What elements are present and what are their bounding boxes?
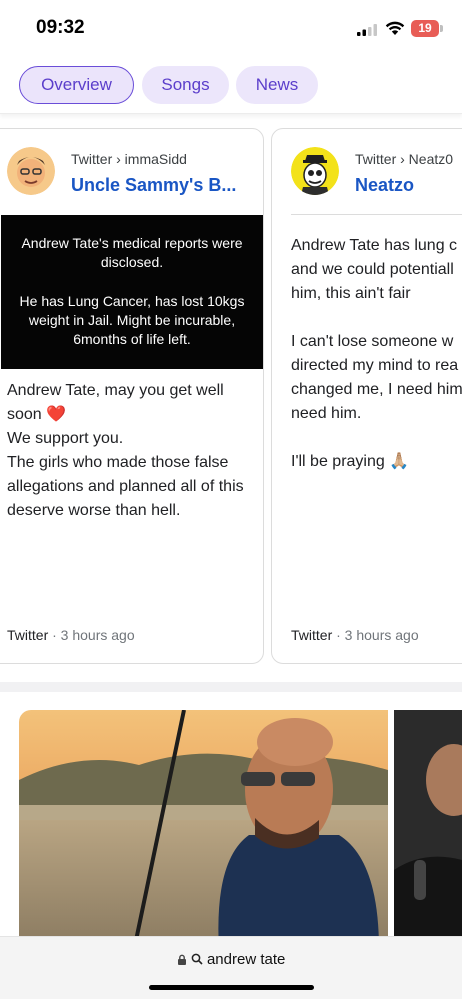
battery-cap: [440, 25, 443, 32]
footer-time: · 3 hours ago: [332, 627, 419, 643]
footer-time: · 3 hours ago: [48, 627, 135, 643]
image-result[interactable]: [19, 710, 388, 950]
home-indicator[interactable]: [149, 985, 314, 990]
lock-icon: [177, 954, 186, 965]
post-footer: Twitter · 3 hours ago: [291, 627, 419, 643]
section-separator: [0, 682, 462, 692]
post-author-link[interactable]: Uncle Sammy's B...: [71, 175, 236, 196]
post-footer: Twitter · 3 hours ago: [7, 627, 135, 643]
footer-source: Twitter: [291, 627, 333, 643]
url-display[interactable]: andrew tate: [0, 951, 462, 968]
post-author-link[interactable]: Neatzo: [355, 175, 414, 196]
tab-chip-bar: Overview Songs News: [0, 58, 462, 114]
status-time: 09:32: [36, 17, 85, 38]
author-avatar: [7, 147, 55, 195]
author-avatar: [291, 147, 339, 195]
embed-line: He has Lung Cancer, has lost 10kgs weigh…: [19, 293, 245, 347]
status-bar: 09:32 19: [0, 0, 462, 58]
tab-overview[interactable]: Overview: [19, 66, 134, 104]
footer-source: Twitter: [7, 627, 49, 643]
post-card[interactable]: Twitter › immaSidd Uncle Sammy's B... An…: [0, 128, 264, 664]
card-divider: [291, 214, 462, 215]
image-result[interactable]: [394, 710, 462, 950]
post-card[interactable]: Twitter › Neatz0 Neatzo Andrew Tate has …: [271, 128, 462, 664]
search-icon: [191, 953, 203, 965]
post-text: Andrew Tate, may you get well soon ❤️ We…: [7, 382, 244, 519]
browser-address-bar[interactable]: andrew tate: [0, 936, 462, 999]
tab-songs[interactable]: Songs: [142, 66, 229, 104]
cellular-signal-icon: [357, 24, 377, 36]
post-source: Twitter › immaSidd: [71, 151, 187, 167]
wifi-icon: [385, 21, 405, 35]
embedded-tweet-image: Andrew Tate's medical reports were discl…: [1, 215, 263, 369]
embed-line: Andrew Tate's medical reports were discl…: [21, 235, 243, 270]
battery-indicator: 19: [411, 20, 439, 37]
post-text: Andrew Tate has lung c and we could pote…: [291, 237, 462, 470]
tab-news[interactable]: News: [236, 66, 318, 104]
post-source: Twitter › Neatz0: [355, 151, 454, 167]
search-query: andrew tate: [206, 951, 286, 968]
